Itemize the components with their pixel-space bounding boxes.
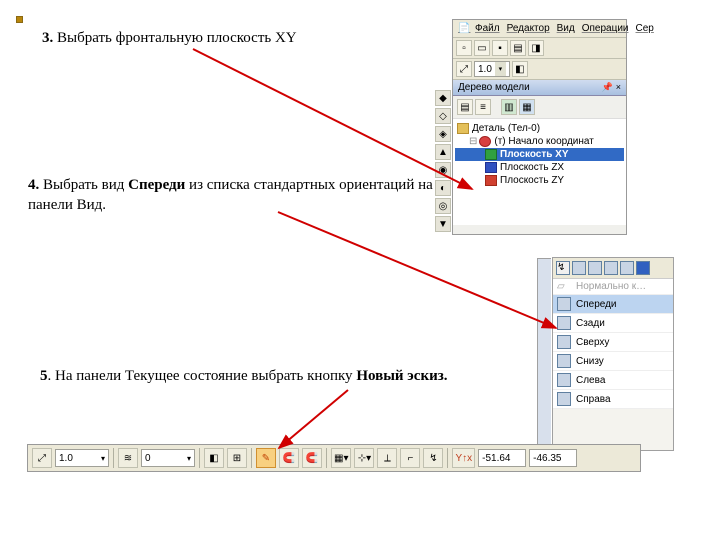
view-cube-icon[interactable] bbox=[588, 261, 602, 275]
step-5-num: 5 bbox=[40, 368, 48, 384]
menu-edit[interactable]: Редактор bbox=[507, 23, 550, 34]
step-3-num: 3. bbox=[42, 30, 53, 46]
layer-combo[interactable]: 0▾ bbox=[141, 449, 195, 467]
view-cube-icon[interactable] bbox=[620, 261, 634, 275]
zoom-toolbar: ⤢ 1.0▾ ◧ bbox=[453, 59, 626, 80]
lt-icon[interactable]: ◆ bbox=[435, 90, 451, 106]
view-cube-icon[interactable] bbox=[572, 261, 586, 275]
tree-origin[interactable]: ⊟ (т) Начало координат bbox=[455, 135, 624, 148]
step-3-text: 3. Выбрать фронтальную плоскость XY bbox=[42, 30, 297, 47]
tree-plane-zx[interactable]: Плоскость ZX bbox=[455, 161, 624, 174]
layer-icon[interactable]: ≋ bbox=[118, 448, 138, 468]
step-4-num: 4. bbox=[28, 177, 39, 193]
orientation-back[interactable]: Сзади bbox=[553, 314, 673, 333]
menu-service[interactable]: Сер bbox=[636, 23, 654, 34]
left-toolbar: ◆ ◇ ◈ ▲ ◉ ◐ ◎ ▼ bbox=[435, 90, 451, 232]
tree-btn-4[interactable]: ▦ bbox=[519, 99, 535, 115]
plane-icon: ▱ bbox=[557, 281, 571, 292]
cube-icon bbox=[557, 335, 571, 349]
menu-operations[interactable]: Операции bbox=[582, 23, 629, 34]
tool-icon[interactable]: ⌐ bbox=[400, 448, 420, 468]
cube-icon bbox=[557, 297, 571, 311]
lt-icon[interactable]: ◇ bbox=[435, 108, 451, 124]
coords-icon[interactable]: Y↑x bbox=[452, 448, 475, 468]
cube-icon bbox=[557, 316, 571, 330]
save-icon[interactable]: ▪ bbox=[492, 40, 508, 56]
orientation-right[interactable]: Справа bbox=[553, 390, 673, 409]
tree-btn-1[interactable]: ▤ bbox=[457, 99, 473, 115]
menu-file[interactable]: Файл bbox=[475, 23, 500, 34]
tree-toolbar: ▤ ≡ ▥ ▦ bbox=[453, 96, 626, 119]
step-5-text: 5. На панели Текущее состояние выбрать к… bbox=[40, 368, 580, 385]
snap-icon[interactable]: ⊹▾ bbox=[354, 448, 374, 468]
orientation-toolbar: ↯ bbox=[553, 258, 673, 279]
orientation-list: ▱ Нормально к… Спереди Сзади Сверху Сниз… bbox=[553, 279, 673, 409]
view-cube-icon[interactable] bbox=[636, 261, 650, 275]
tree-btn-2[interactable]: ≡ bbox=[475, 99, 491, 115]
tree-root[interactable]: Деталь (Тел-0) bbox=[455, 122, 624, 135]
magnet-off-icon[interactable]: 🧲 bbox=[302, 448, 322, 468]
orientation-normal: ▱ Нормально к… bbox=[553, 279, 673, 295]
lt-icon[interactable]: ◐ bbox=[435, 180, 451, 196]
panel-header: Дерево модели 📌× bbox=[453, 80, 626, 96]
tree-plane-xy[interactable]: Плоскость XY bbox=[455, 148, 624, 161]
lt-icon[interactable]: ▲ bbox=[435, 144, 451, 160]
chevron-down-icon: ▾ bbox=[495, 62, 506, 76]
print-icon[interactable]: ▤ bbox=[510, 40, 526, 56]
y-readout: -46.35 bbox=[529, 449, 577, 467]
orientation-bottom[interactable]: Снизу bbox=[553, 352, 673, 371]
view-cube-icon[interactable] bbox=[604, 261, 618, 275]
slide-bullet bbox=[16, 16, 23, 23]
tool-icon[interactable]: ⟂ bbox=[377, 448, 397, 468]
menu-view[interactable]: Вид bbox=[557, 23, 575, 34]
origin-icon bbox=[479, 136, 491, 147]
fit-icon[interactable]: ⤢ bbox=[32, 448, 52, 468]
lt-icon[interactable]: ◎ bbox=[435, 198, 451, 214]
new-sketch-button[interactable]: ✎ bbox=[256, 448, 276, 468]
model-tree: Деталь (Тел-0) ⊟ (т) Начало координат Пл… bbox=[453, 119, 626, 225]
magnet-on-icon[interactable]: 🧲 bbox=[279, 448, 299, 468]
orientation-screenshot: ↯ ▱ Нормально к… Спереди Сзади Сверху Сн… bbox=[552, 257, 674, 451]
tool-icon[interactable]: ⊞ bbox=[227, 448, 247, 468]
cube-icon bbox=[557, 392, 571, 406]
tree-btn-3[interactable]: ▥ bbox=[501, 99, 517, 115]
plane-zx-icon bbox=[485, 162, 497, 173]
zoom-combo[interactable]: 1.0▾ bbox=[474, 61, 510, 77]
tree-plane-zy[interactable]: Плоскость ZY bbox=[455, 174, 624, 187]
tool-icon[interactable]: ◧ bbox=[512, 61, 528, 77]
status-toolbar-screenshot: ⤢ 1.0▾ ≋ 0▾ ◧ ⊞ ✎ 🧲 🧲 ▦▾ ⊹▾ ⟂ ⌐ ↯ Y↑x -5… bbox=[27, 444, 641, 472]
step-4-text: 4. Выбрать вид Спереди из списка стандар… bbox=[28, 176, 448, 215]
orientation-scrollbar[interactable] bbox=[537, 258, 551, 452]
preview-icon[interactable]: ◨ bbox=[528, 40, 544, 56]
main-toolbar: ▫ ▭ ▪ ▤ ◨ bbox=[453, 38, 626, 59]
zoom-combo[interactable]: 1.0▾ bbox=[55, 449, 109, 467]
orientation-top[interactable]: Сверху bbox=[553, 333, 673, 352]
orientation-left[interactable]: Слева bbox=[553, 371, 673, 390]
lt-icon[interactable]: ◉ bbox=[435, 162, 451, 178]
panel-title: Дерево модели bbox=[458, 82, 530, 93]
lt-icon[interactable]: ▼ bbox=[435, 216, 451, 232]
cube-icon bbox=[557, 354, 571, 368]
menubar: 📄 Файл Редактор Вид Операции Сер bbox=[453, 20, 626, 38]
lt-icon[interactable]: ◈ bbox=[435, 126, 451, 142]
axes-icon[interactable]: ↯ bbox=[556, 261, 570, 275]
cube-icon bbox=[557, 373, 571, 387]
tool-icon[interactable]: ↯ bbox=[423, 448, 443, 468]
open-icon[interactable]: ▭ bbox=[474, 40, 490, 56]
tool-icon[interactable]: ◧ bbox=[204, 448, 224, 468]
x-readout: -51.64 bbox=[478, 449, 526, 467]
orientation-front[interactable]: Спереди bbox=[553, 295, 673, 314]
panel-controls[interactable]: 📌× bbox=[599, 82, 621, 93]
plane-zy-icon bbox=[485, 175, 497, 186]
new-icon[interactable]: ▫ bbox=[456, 40, 472, 56]
plane-xy-icon bbox=[485, 149, 497, 160]
part-icon bbox=[457, 123, 469, 134]
grid-icon[interactable]: ▦▾ bbox=[331, 448, 351, 468]
model-tree-screenshot: 📄 Файл Редактор Вид Операции Сер ▫ ▭ ▪ ▤… bbox=[452, 19, 627, 235]
fit-icon[interactable]: ⤢ bbox=[456, 61, 472, 77]
